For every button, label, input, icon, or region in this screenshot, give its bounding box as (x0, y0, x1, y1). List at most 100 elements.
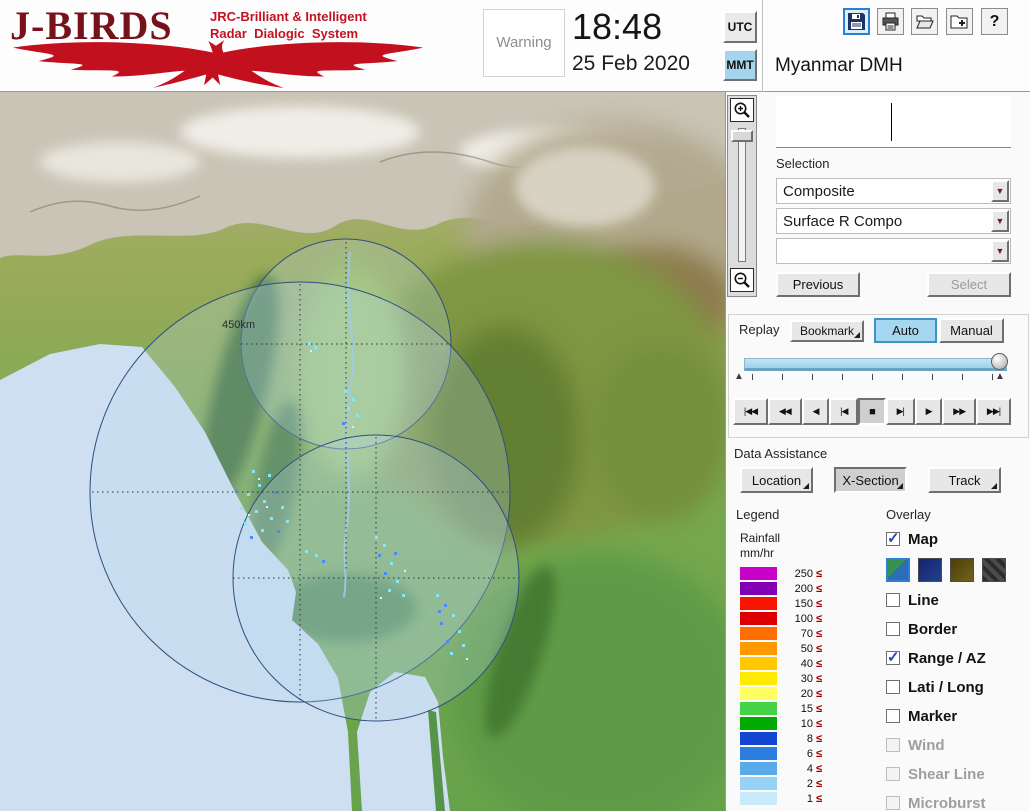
legend-row: 4 ≤ (740, 761, 870, 776)
legend-value: 4 (806, 762, 813, 775)
overlay-row[interactable]: ✓ Microburst (886, 793, 1028, 811)
dropdown-product-option[interactable]: ▼ (776, 238, 1011, 264)
chevron-down-icon[interactable]: ▼ (991, 210, 1009, 232)
legend-lte-symbol: ≤ (816, 672, 823, 685)
playback-button[interactable]: ▶▶| (976, 398, 1011, 425)
overlay-row-label: Wind (908, 736, 945, 754)
bookmark-button[interactable]: Bookmark (790, 320, 864, 342)
radar-map[interactable]: 450km (0, 92, 725, 811)
zoom-out-button[interactable] (730, 268, 754, 292)
playback-button[interactable]: |◀◀ (733, 398, 768, 425)
legend-value: 150 (794, 597, 813, 610)
legend-lte-symbol: ≤ (816, 792, 823, 805)
legend-row: 200 ≤ (740, 581, 870, 596)
legend-value: 1 (806, 792, 813, 805)
legend-row: 100 ≤ (740, 611, 870, 626)
overlay-row[interactable]: ✓ Border (886, 619, 1028, 639)
utc-button[interactable]: UTC (723, 11, 757, 43)
map-style-swatch-olive[interactable] (950, 558, 974, 582)
header-divider (762, 0, 763, 92)
replay-timeline-slider[interactable] (744, 358, 1007, 371)
overlay-row[interactable]: ✓ Line (886, 590, 1028, 610)
chevron-down-icon[interactable]: ▼ (991, 240, 1009, 262)
legend-label: Legend (736, 507, 780, 522)
legend-row: 1 ≤ (740, 791, 870, 806)
overlay-row[interactable]: ✓ Range / AZ (886, 648, 1028, 668)
playback-button[interactable]: ■ (858, 398, 886, 425)
legend-color-swatch (740, 747, 777, 760)
legend-lte-symbol: ≤ (816, 747, 823, 760)
jbirds-window: J-BIRDS JRC-Brilliant & Intelligent Rada… (0, 0, 1030, 811)
playback-button[interactable]: ◀◀ (767, 398, 802, 425)
legend-value: 100 (794, 612, 813, 625)
overlay-row[interactable]: ✓ Shear Line (886, 764, 1028, 784)
legend-value: 6 (806, 747, 813, 760)
legend-lte-symbol: ≤ (816, 657, 823, 670)
station-text-field[interactable] (776, 96, 1011, 148)
overlay-row-label: Line (908, 591, 939, 609)
overlay-row[interactable]: ✓ Marker (886, 706, 1028, 726)
legend-lte-symbol: ≤ (816, 717, 823, 730)
map-checkbox[interactable]: ✓ (886, 530, 900, 547)
dropdown-product-type[interactable]: Surface R Compo ▼ (776, 208, 1011, 234)
playback-button[interactable]: |◀ (829, 398, 859, 425)
replay-slider-thumb[interactable] (991, 353, 1008, 370)
playback-button[interactable]: ▶▶ (942, 398, 977, 425)
overlay-row[interactable]: ✓ Wind (886, 735, 1028, 755)
warning-panel[interactable]: Warning (483, 9, 565, 77)
mmt-button[interactable]: MMT (723, 49, 757, 81)
playback-button[interactable]: ▶| (885, 398, 915, 425)
legend-color-swatch (740, 717, 777, 730)
chevron-down-icon[interactable]: ▼ (991, 180, 1009, 202)
previous-button[interactable]: Previous (776, 272, 860, 297)
open-folder-button[interactable] (911, 8, 938, 35)
overlay-checkbox[interactable]: ✓ (886, 738, 900, 752)
legend-row: 30 ≤ (740, 671, 870, 686)
playback-button[interactable]: ▶ (914, 398, 943, 425)
overlay-checkbox[interactable]: ✓ (886, 622, 900, 636)
legend-color-swatch (740, 732, 777, 745)
auto-button[interactable]: Auto (874, 318, 937, 343)
map-style-swatch-terrain[interactable] (886, 558, 910, 582)
save-button[interactable] (843, 8, 870, 35)
overlay-checkbox[interactable]: ✓ (886, 593, 900, 607)
data-assistance-button-label: X-Section (842, 472, 899, 488)
legend-row: 50 ≤ (740, 641, 870, 656)
zoom-slider-thumb[interactable] (731, 130, 753, 142)
overlay-checkbox[interactable]: ✓ (886, 796, 900, 810)
overlay-row-label: Border (908, 620, 958, 638)
zoom-in-button[interactable] (730, 98, 754, 122)
zoom-slider-track[interactable] (738, 128, 746, 262)
playback-button[interactable]: ◀ (801, 398, 830, 425)
overlay-checkbox[interactable]: ✓ (886, 709, 900, 723)
data-assistance-buttons: Location X-Section Track (740, 467, 1018, 493)
data-assistance-button[interactable]: Track (928, 467, 1001, 493)
overlay-checkbox[interactable]: ✓ (886, 649, 900, 666)
save-icon (848, 13, 865, 30)
select-button[interactable]: Select (927, 272, 1011, 297)
dropdown-product-category[interactable]: Composite ▼ (776, 178, 1011, 204)
help-button[interactable]: ? (981, 8, 1008, 35)
overlay-row-label: Map (908, 530, 938, 548)
playback-controls: |◀◀ ◀◀ ◀ |◀ ■ ▶| ▶ ▶▶ ▶▶| (733, 398, 1011, 425)
legend-color-swatch (740, 612, 777, 625)
zoom-out-icon (734, 272, 750, 288)
data-assistance-button[interactable]: X-Section (834, 467, 907, 493)
import-button[interactable] (946, 8, 973, 35)
overlay-row-map[interactable]: ✓ Map (886, 529, 1028, 549)
overlay-row[interactable]: ✓ Lati / Long (886, 677, 1028, 697)
legend-lte-symbol: ≤ (816, 642, 823, 655)
header-bar: J-BIRDS JRC-Brilliant & Intelligent Rada… (0, 0, 1030, 92)
overlay-checkbox[interactable]: ✓ (886, 767, 900, 781)
manual-button[interactable]: Manual (939, 318, 1004, 343)
data-assistance-button[interactable]: Location (740, 467, 813, 493)
legend-unit: mm/hr (740, 546, 774, 560)
legend-color-swatch (740, 597, 777, 610)
org-name: Myanmar DMH (775, 55, 903, 76)
overlay-checkbox[interactable]: ✓ (886, 680, 900, 694)
print-button[interactable] (877, 8, 904, 35)
map-style-swatch-dark[interactable] (982, 558, 1006, 582)
legend-value: 10 (800, 717, 813, 730)
data-assistance-button-label: Track (948, 472, 981, 488)
map-style-swatch-navy[interactable] (918, 558, 942, 582)
